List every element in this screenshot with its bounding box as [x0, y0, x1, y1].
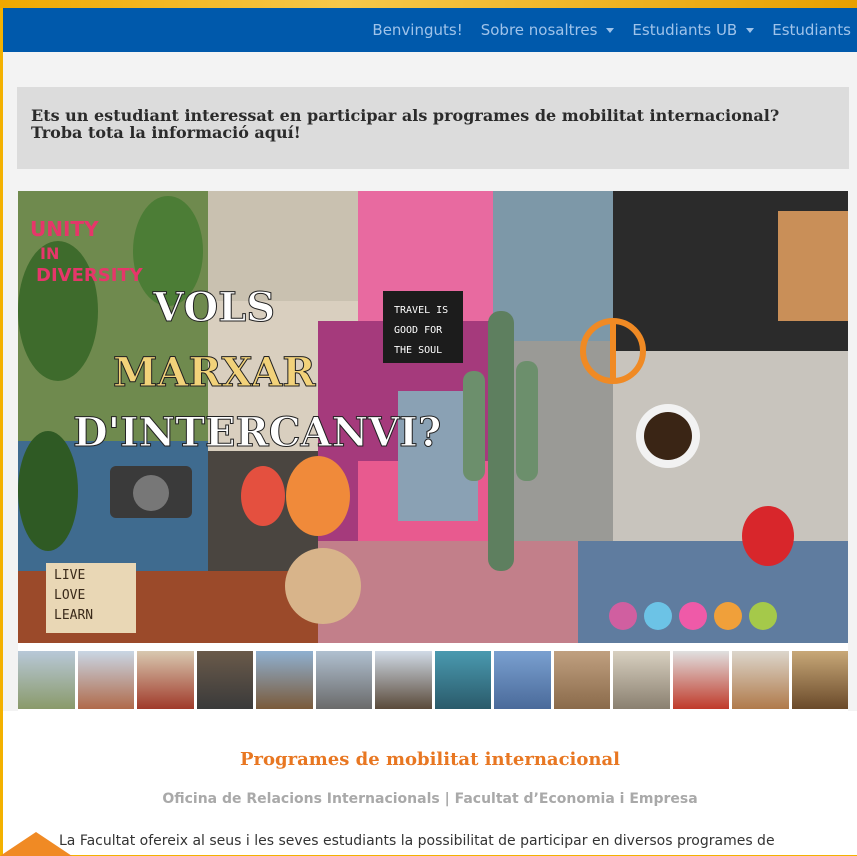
content-section: Programes de mobilitat internacional Ofi… — [3, 711, 857, 855]
destination-photo — [137, 651, 194, 709]
destination-photo — [256, 651, 313, 709]
top-navbar: Benvinguts! Sobre nosaltres Estudiants U… — [3, 8, 857, 52]
nav-item-sobre-nosaltres[interactable]: Sobre nosaltres — [481, 21, 615, 39]
collage-text-unity: UNITY — [30, 217, 99, 241]
section-heading: Programes de mobilitat internacional — [240, 749, 620, 770]
collage-text-love: LOVE — [54, 588, 85, 603]
top-accent-stripe — [0, 0, 857, 8]
destination-photo — [732, 651, 789, 709]
collage-text-learn: LEARN — [54, 608, 93, 623]
destination-photo — [315, 651, 372, 709]
destination-photo — [196, 651, 253, 709]
destination-photo — [672, 651, 729, 709]
destination-photo-strip — [18, 651, 848, 709]
hero-collage-image: UNITY IN DIVERSITY VOLS MARXAR D'INTERCA… — [18, 191, 848, 711]
destination-photo — [613, 651, 670, 709]
nav-item-estudiants[interactable]: Estudiants — [772, 21, 851, 39]
destination-photo — [77, 651, 134, 709]
collage-text-travel-is: TRAVEL IS — [394, 305, 448, 316]
collage-text-diversity: DIVERSITY — [36, 265, 144, 286]
destination-photo — [18, 651, 75, 709]
chevron-down-icon — [746, 27, 755, 33]
intro-paragraph: La Facultat ofereix al seus i les seves … — [59, 833, 775, 849]
destination-photo — [375, 651, 432, 709]
destination-photo — [494, 651, 551, 709]
collage-illustration: UNITY IN DIVERSITY VOLS MARXAR D'INTERCA… — [18, 191, 848, 651]
nav-item-benvinguts[interactable]: Benvinguts! — [372, 21, 462, 39]
section-subheading: Oficina de Relacions Internacionals | Fa… — [162, 791, 698, 807]
collage-text-marxar: MARXAR — [113, 349, 316, 396]
collage-text-in: IN — [40, 244, 59, 263]
collage-text-live: LIVE — [54, 568, 85, 583]
destination-photo — [791, 651, 848, 709]
chevron-down-icon — [606, 27, 615, 33]
collage-text-vols: VOLS — [152, 284, 275, 331]
page-container: Ets un estudiant interessat en participa… — [3, 52, 857, 855]
collage-text-the-soul: THE SOUL — [394, 345, 442, 356]
destination-photo — [434, 651, 491, 709]
collage-text-good-for: GOOD FOR — [394, 325, 443, 336]
callout-text: Ets un estudiant interessat en participa… — [31, 106, 780, 142]
info-callout: Ets un estudiant interessat en participa… — [17, 87, 849, 169]
nav-item-estudiants-ub[interactable]: Estudiants UB — [632, 21, 755, 39]
destination-photo — [553, 651, 610, 709]
scroll-to-top-button[interactable] — [0, 832, 72, 856]
collage-text-dintercanvi: D'INTERCANVI? — [73, 409, 441, 456]
nav-menu: Benvinguts! Sobre nosaltres Estudiants U… — [372, 8, 851, 52]
